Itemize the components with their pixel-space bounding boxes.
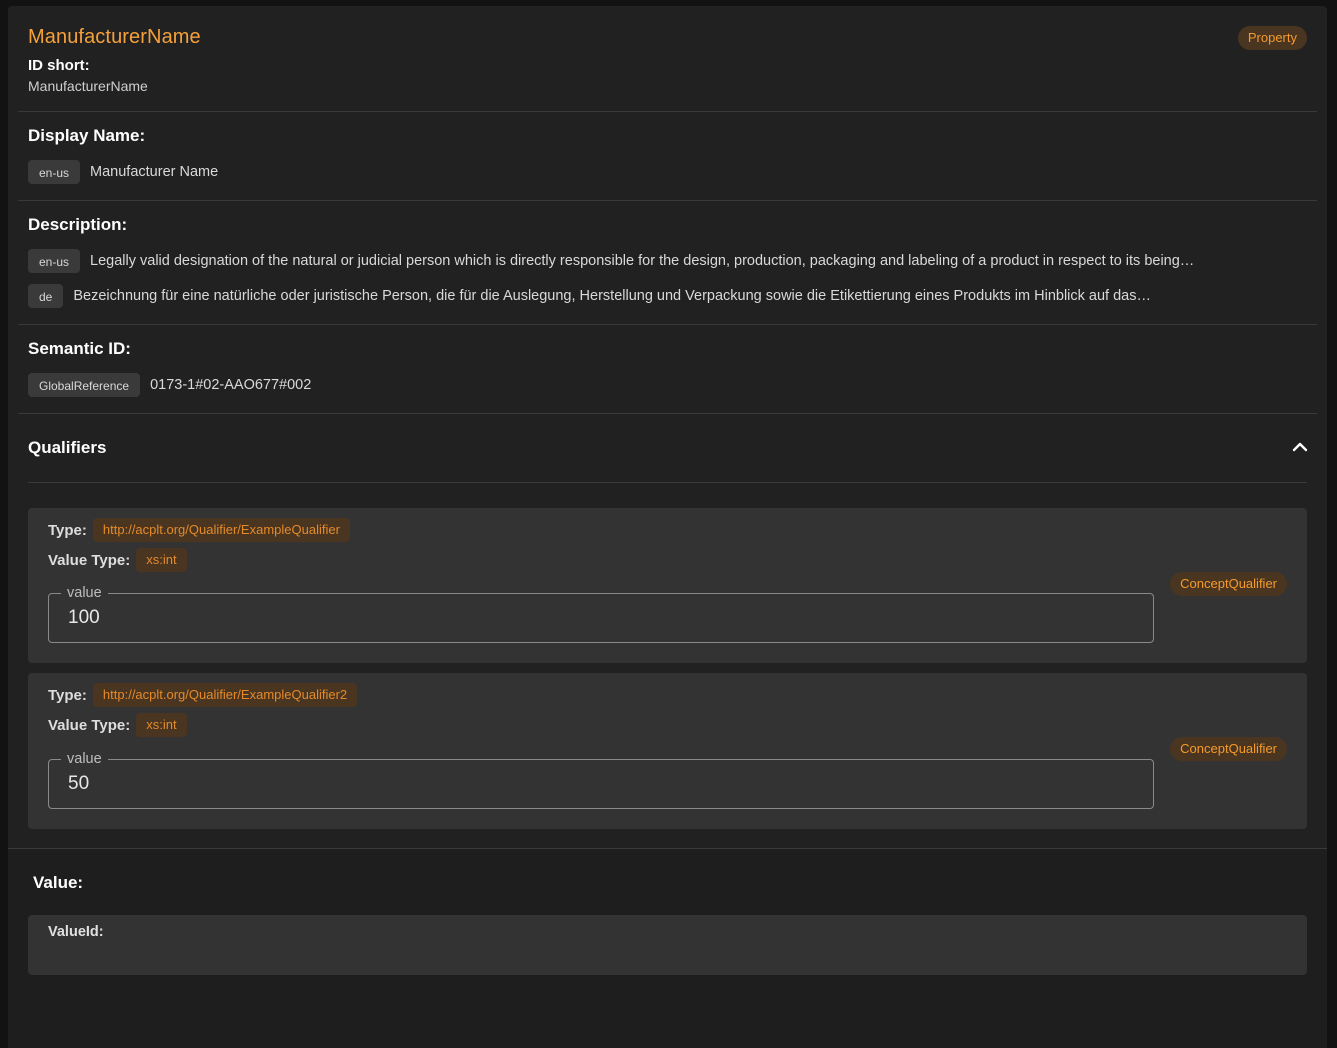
divider (18, 413, 1317, 414)
property-title: ManufacturerName (28, 26, 201, 48)
id-short-label: ID short: (28, 57, 90, 74)
semantic-id-value: 0173-1#02-AAO677#002 (150, 377, 312, 393)
value-id-card: ValueId: (28, 915, 1307, 975)
divider (28, 482, 1307, 483)
property-card: ManufacturerName Property ID short: Manu… (8, 6, 1327, 1048)
divider (18, 324, 1317, 325)
qualifier-value-field-label: value (61, 584, 108, 602)
qualifier-value-type-label: Value Type: (48, 716, 131, 734)
qualifier-value-field-value: 100 (68, 607, 100, 628)
id-short-value: ManufacturerName (28, 78, 148, 94)
description-text: Legally valid designation of the natural… (90, 253, 1195, 269)
qualifier-value-type-chip: xs:int (136, 713, 187, 737)
chevron-up-icon[interactable] (1291, 438, 1309, 456)
display-name-text: Manufacturer Name (90, 164, 219, 180)
description-entry: de Bezeichnung für eine natürliche oder … (28, 284, 1307, 308)
description-text: Bezeichnung für eine natürliche oder jur… (73, 288, 1151, 304)
qualifier-value-field[interactable]: value 50 (48, 750, 1154, 809)
qualifier-kind-chip: ConceptQualifier (1170, 572, 1287, 596)
divider (18, 200, 1317, 201)
qualifier-value-type-chip: xs:int (136, 548, 187, 572)
qualifier-type-chip: http://acplt.org/Qualifier/ExampleQualif… (92, 683, 358, 707)
divider (18, 111, 1317, 112)
semantic-id-type-chip: GlobalReference (28, 373, 141, 397)
qualifier-value-type-row: Value Type: xs:int (48, 548, 187, 572)
qualifier-type-label: Type: (48, 521, 87, 539)
divider (8, 848, 1327, 849)
semantic-id-entry: GlobalReference 0173-1#02-AAO677#002 (28, 373, 311, 397)
qualifier-kind-chip: ConceptQualifier (1170, 737, 1287, 761)
display-name-entry: en-us Manufacturer Name (28, 160, 218, 184)
lang-chip: en-us (28, 249, 81, 273)
qualifier-type-chip: http://acplt.org/Qualifier/ExampleQualif… (92, 518, 350, 542)
qualifiers-header[interactable]: Qualifiers (28, 438, 106, 458)
value-section: Value: ValueId: (8, 848, 1327, 1048)
display-name-label: Display Name: (28, 126, 146, 145)
lang-chip: en-us (28, 160, 81, 184)
qualifier-value-field-label: value (61, 750, 108, 768)
qualifier-value-field-value: 50 (68, 773, 90, 794)
qualifier-value-type-label: Value Type: (48, 551, 131, 569)
description-entry: en-us Legally valid designation of the n… (28, 249, 1307, 273)
qualifier-type-row: Type: http://acplt.org/Qualifier/Example… (48, 683, 358, 707)
qualifier-type-row: Type: http://acplt.org/Qualifier/Example… (48, 518, 350, 542)
qualifier-card: Type: http://acplt.org/Qualifier/Example… (28, 508, 1307, 663)
qualifier-value-type-row: Value Type: xs:int (48, 713, 187, 737)
model-type-chip: Property (1237, 26, 1307, 50)
qualifier-type-label: Type: (48, 686, 87, 704)
qualifier-card: Type: http://acplt.org/Qualifier/Example… (28, 673, 1307, 829)
lang-chip: de (28, 284, 64, 308)
description-label: Description: (28, 215, 128, 234)
value-id-label: ValueId: (48, 924, 104, 940)
semantic-id-label: Semantic ID: (28, 339, 131, 358)
value-label: Value: (33, 873, 84, 892)
qualifier-value-field[interactable]: value 100 (48, 584, 1154, 643)
